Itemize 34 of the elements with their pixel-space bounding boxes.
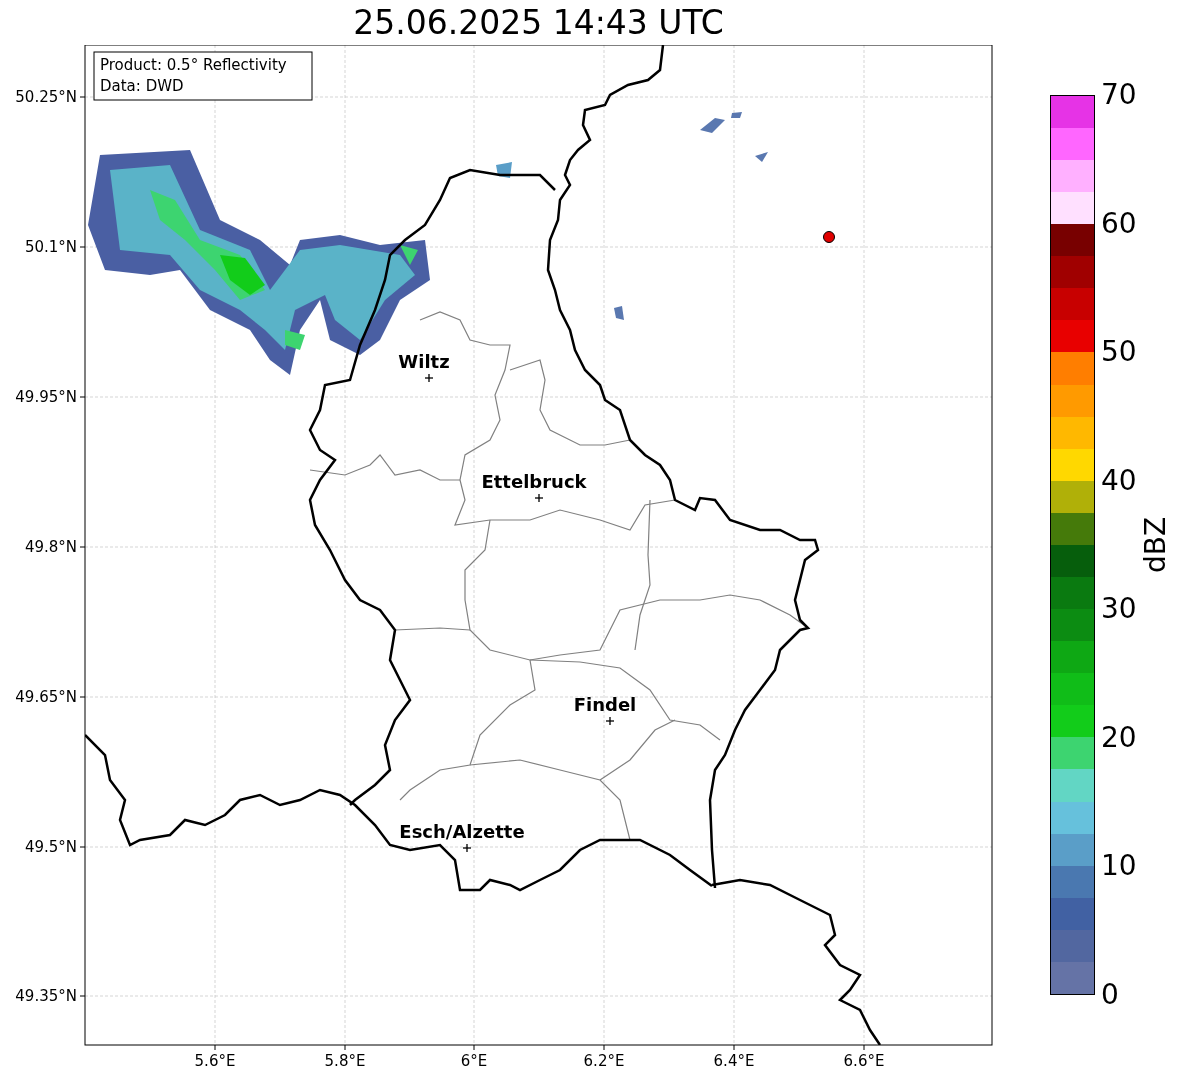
latitude-tick-label: 50.1°N xyxy=(24,238,77,256)
chart-title: 25.06.2025 14:43 UTC xyxy=(353,6,724,39)
latitude-tick-label: 49.65°N xyxy=(15,688,77,706)
city-marker-icon xyxy=(462,843,472,853)
colorbar-tick-label: 20 xyxy=(1101,721,1137,754)
longitude-tick-label: 5.8°E xyxy=(324,1052,366,1070)
city-marker-icon xyxy=(534,493,544,503)
colorbar-tick-label: 70 xyxy=(1101,79,1137,111)
city-marker-icon xyxy=(424,373,434,383)
city-label: Wiltz xyxy=(398,351,450,372)
latitude-tick-label: 49.35°N xyxy=(15,987,77,1005)
longitude-tick-label: 6.2°E xyxy=(583,1052,625,1070)
city-marker-icon xyxy=(605,716,615,726)
info-text: Product: 0.5° Reflectivity xyxy=(100,56,287,74)
latitude-tick-label: 49.95°N xyxy=(15,388,77,406)
info-text: Data: DWD xyxy=(100,77,184,95)
longitude-tick-label: 6.6°E xyxy=(843,1052,885,1070)
longitude-tick-label: 5.6°E xyxy=(194,1052,236,1070)
city-label: Ettelbruck xyxy=(481,471,587,492)
city-label: Esch/Alzette xyxy=(399,821,525,842)
city-label: Findel xyxy=(573,694,637,715)
longitude-tick-label: 6.4°E xyxy=(713,1052,755,1070)
latitude-tick-label: 50.25°N xyxy=(15,88,77,106)
location-marker-icon xyxy=(823,231,835,243)
colorbar-tick-label: 10 xyxy=(1101,850,1137,883)
latitude-tick-label: 49.5°N xyxy=(24,838,77,856)
latitude-tick-label: 49.8°N xyxy=(24,538,77,556)
longitude-tick-label: 6°E xyxy=(460,1052,488,1070)
colorbar-tick-label: 0 xyxy=(1101,978,1120,1011)
colorbar-tick-label: 50 xyxy=(1101,336,1137,369)
colorbar-tick-label: 30 xyxy=(1101,593,1137,626)
colorbar-tick-label: 40 xyxy=(1101,464,1137,497)
colorbar-tick-label: 60 xyxy=(1101,207,1137,240)
colorbar-label: dBZ xyxy=(1137,516,1173,574)
